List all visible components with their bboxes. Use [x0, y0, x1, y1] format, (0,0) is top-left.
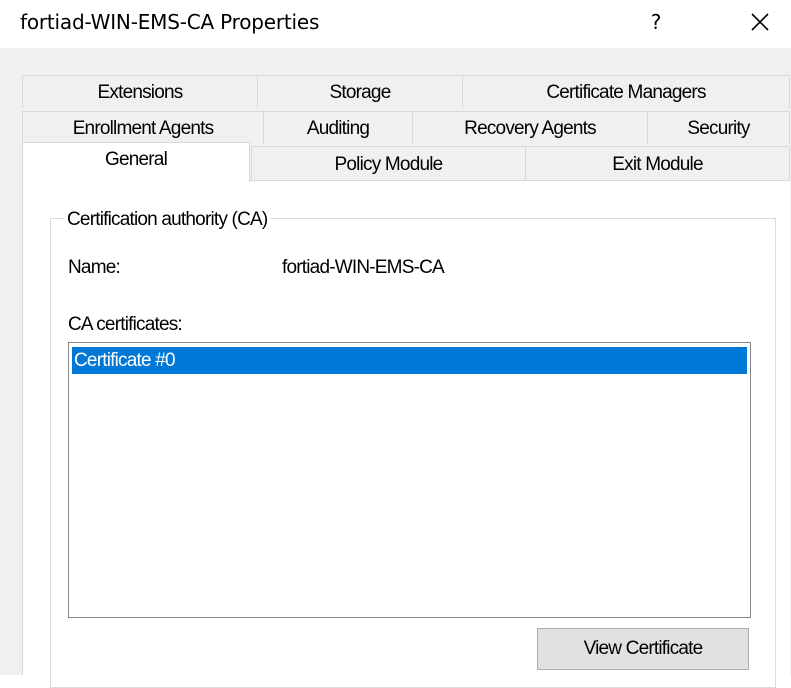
- close-button[interactable]: [740, 6, 780, 38]
- tab-certificate-managers[interactable]: Certificate Managers: [462, 75, 790, 108]
- ca-certificates-label: CA certificates:: [68, 314, 183, 335]
- ca-groupbox-label: Certification authority (CA): [64, 208, 271, 232]
- help-button[interactable]: ?: [638, 6, 674, 38]
- tab-enrollment-agents[interactable]: Enrollment Agents: [22, 111, 264, 144]
- list-item[interactable]: Certificate #0: [72, 347, 747, 374]
- window-title: fortiad-WIN-EMS-CA Properties: [20, 10, 320, 34]
- tab-storage[interactable]: Storage: [257, 75, 463, 108]
- tab-recovery-agents[interactable]: Recovery Agents: [412, 111, 648, 144]
- ca-certificates-list[interactable]: Certificate #0: [68, 342, 751, 618]
- tab-auditing[interactable]: Auditing: [263, 111, 413, 144]
- name-label: Name:: [68, 257, 121, 278]
- tab-policy-module[interactable]: Policy Module: [251, 146, 526, 181]
- close-icon: [751, 13, 769, 31]
- tab-extensions[interactable]: Extensions: [22, 75, 258, 108]
- tab-general[interactable]: General: [22, 142, 250, 182]
- name-value: fortiad-WIN-EMS-CA: [282, 257, 445, 278]
- view-certificate-button[interactable]: View Certificate: [537, 628, 749, 670]
- title-bar: fortiad-WIN-EMS-CA Properties ?: [0, 0, 791, 48]
- tab-exit-module[interactable]: Exit Module: [525, 146, 790, 181]
- tab-security[interactable]: Security: [647, 111, 790, 144]
